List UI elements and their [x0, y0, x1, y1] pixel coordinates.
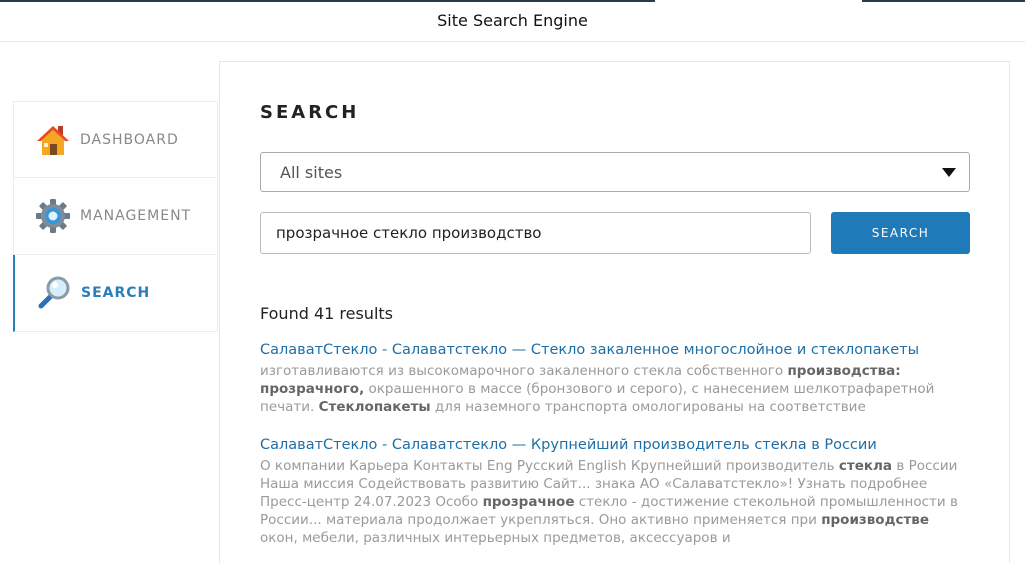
house-icon: [35, 122, 71, 158]
results-count: Found 41 results: [260, 304, 393, 323]
result-snippet: О компании Карьера Контакты Eng Русский …: [260, 457, 960, 547]
gear-icon: [35, 198, 71, 234]
search-button[interactable]: SEARCH: [831, 212, 970, 254]
snippet-highlight: прозрачное: [482, 494, 575, 510]
search-panel: SEARCH All sites SEARCH Found 41 results…: [219, 61, 1010, 563]
sidebar-item-label: DASHBOARD: [80, 132, 179, 148]
search-input[interactable]: [260, 212, 811, 254]
snippet-text: окон, мебели, различных интерьерных пред…: [260, 530, 731, 546]
snippet-highlight: производстве: [821, 512, 930, 528]
sidebar-item-dashboard[interactable]: DASHBOARD: [13, 101, 218, 178]
search-result: СалаватСтекло - Салаватстекло — Стекло з…: [260, 342, 960, 416]
search-result: СалаватСтекло - Салаватстекло — Крупнейш…: [260, 437, 960, 547]
snippet-text: для наземного транспорта омологированы н…: [430, 399, 866, 415]
magnifier-icon: [36, 275, 72, 311]
sidebar-item-label: SEARCH: [81, 285, 151, 301]
result-title-link[interactable]: СалаватСтекло - Салаватстекло — Крупнейш…: [260, 437, 960, 453]
site-select[interactable]: All sites: [260, 152, 970, 192]
snippet-text: изготавливаются из высокомарочного закал…: [260, 363, 788, 379]
sidebar-item-management[interactable]: MANAGEMENT: [13, 178, 218, 255]
snippet-highlight: Стеклопакеты: [318, 399, 431, 415]
snippet-text: О компании Карьера Контакты Eng Русский …: [260, 458, 839, 474]
top-accent-line-left: [0, 0, 655, 2]
sidebar-item-search[interactable]: SEARCH: [13, 255, 218, 332]
sidebar: DASHBOARD MANAGEMENT SEARCH: [13, 101, 218, 332]
sidebar-item-label: MANAGEMENT: [80, 208, 192, 224]
page-title: SEARCH: [260, 102, 360, 123]
top-accent-line-right: [862, 0, 1025, 2]
app-title: Site Search Engine: [437, 11, 588, 30]
snippet-highlight: стекла: [838, 458, 893, 474]
top-bar: Site Search Engine: [0, 0, 1025, 42]
chevron-down-icon: [942, 168, 956, 177]
result-snippet: изготавливаются из высокомарочного закал…: [260, 362, 960, 416]
result-title-link[interactable]: СалаватСтекло - Салаватстекло — Стекло з…: [260, 342, 960, 358]
site-select-value: All sites: [280, 163, 343, 182]
